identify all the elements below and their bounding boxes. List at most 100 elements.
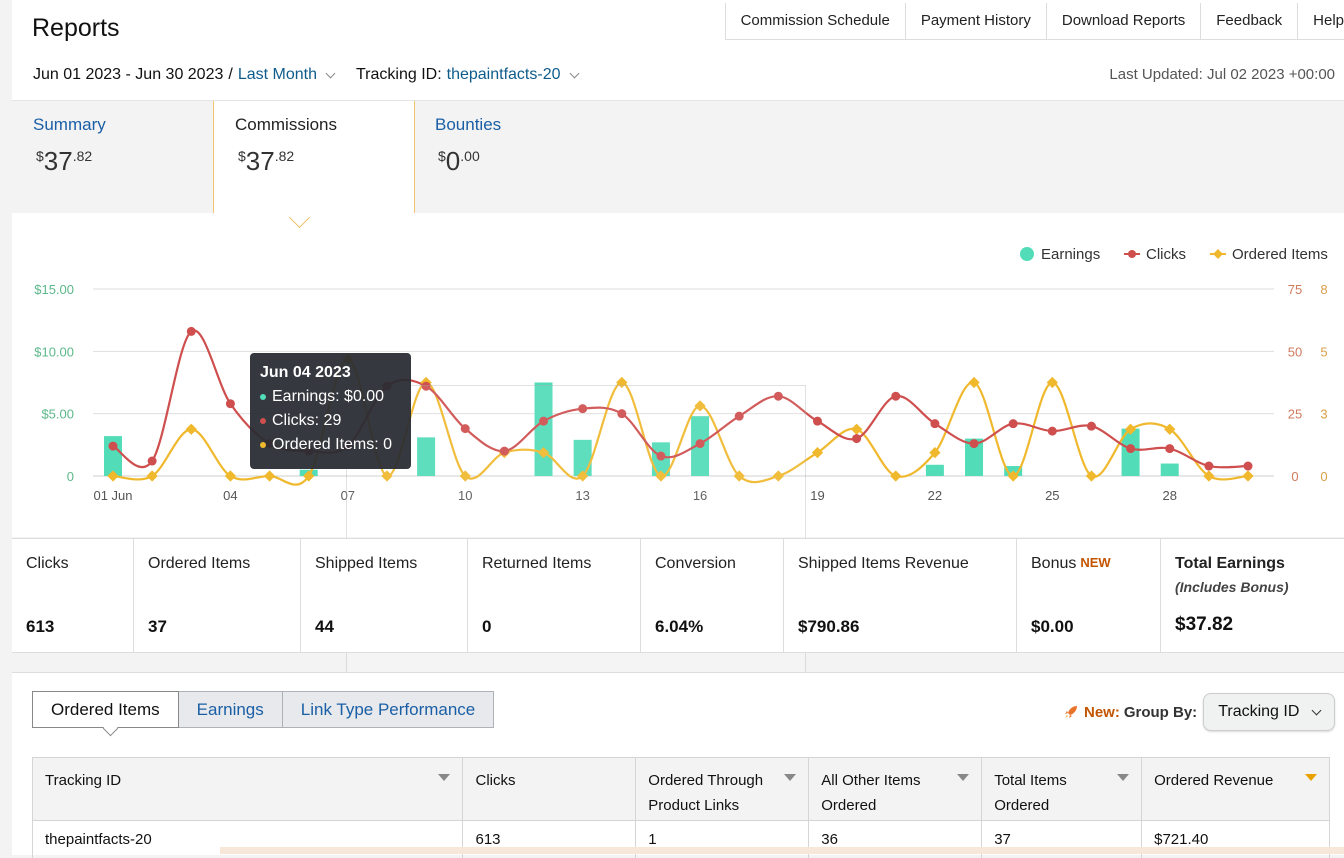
metric-label: Conversion bbox=[655, 555, 736, 573]
date-separator: / bbox=[228, 66, 232, 84]
y-left-tick-label: 0 bbox=[67, 469, 74, 484]
tab-link-type-performance[interactable]: Link Type Performance bbox=[283, 691, 495, 728]
metric-ordered-items: Ordered Items 37 bbox=[134, 539, 301, 652]
metric-label: Total Earnings bbox=[1175, 555, 1285, 573]
legend-clicks-icon bbox=[1128, 250, 1136, 258]
y-right-ordered-tick-label: 5 bbox=[1320, 344, 1327, 359]
tab-commissions-label: Commissions bbox=[235, 115, 337, 135]
sort-caret-icon[interactable] bbox=[957, 774, 969, 781]
summary-amount: $37.82 bbox=[36, 146, 92, 177]
clicks-point bbox=[1048, 427, 1057, 436]
earnings-bar bbox=[1161, 464, 1179, 476]
metric-label: Ordered Items bbox=[148, 555, 250, 573]
metrics-row: Clicks 613 Ordered Items 37 Shipped Item… bbox=[12, 538, 1344, 653]
col-ordered-revenue[interactable]: Ordered Revenue bbox=[1142, 758, 1330, 821]
y-left-tick-label: $5.00 bbox=[41, 407, 74, 422]
date-preset-dropdown[interactable]: Last Month bbox=[238, 66, 317, 84]
clicks-point bbox=[539, 417, 548, 426]
chevron-down-icon[interactable] bbox=[326, 68, 336, 78]
top-links: Commission Schedule Payment History Down… bbox=[725, 3, 1344, 40]
y-right-ordered-tick-label: 8 bbox=[1320, 282, 1327, 297]
earnings-dot-icon bbox=[260, 394, 266, 400]
clicks-point bbox=[774, 392, 783, 401]
clicks-point bbox=[1244, 462, 1253, 471]
clicks-point bbox=[656, 452, 665, 461]
sort-caret-icon[interactable] bbox=[438, 774, 450, 781]
date-filter-line: Jun 01 2023 - Jun 30 2023 / Last Month T… bbox=[33, 66, 578, 84]
payment-history-link[interactable]: Payment History bbox=[906, 3, 1047, 39]
clicks-point bbox=[109, 442, 118, 451]
group-by-control: New: Group By: Tracking ID bbox=[1062, 693, 1335, 731]
x-tick-label: 16 bbox=[693, 488, 707, 503]
chevron-down-icon[interactable] bbox=[569, 68, 579, 78]
clicks-point bbox=[500, 447, 509, 456]
report-table-panel: Ordered Items Earnings Link Type Perform… bbox=[12, 672, 1344, 855]
chevron-down-icon bbox=[1312, 705, 1322, 715]
clicks-point bbox=[970, 439, 979, 448]
clicks-point bbox=[696, 439, 705, 448]
clicks-point bbox=[422, 382, 431, 391]
x-tick-label: 01 Jun bbox=[93, 488, 132, 503]
x-tick-label: 07 bbox=[341, 488, 355, 503]
feedback-link[interactable]: Feedback bbox=[1201, 3, 1298, 39]
help-link[interactable]: Help bbox=[1298, 3, 1344, 39]
chart-panel: 000$5.00253$10.00505$15.0075801 Jun04071… bbox=[12, 213, 1344, 537]
tab-bounties[interactable]: Bounties $0.00 bbox=[414, 101, 614, 213]
rocket-icon bbox=[1062, 703, 1080, 721]
col-tracking-id[interactable]: Tracking ID bbox=[33, 758, 463, 821]
col-clicks[interactable]: Clicks bbox=[463, 758, 636, 821]
metric-value: 613 bbox=[26, 617, 54, 637]
tab-commissions[interactable]: Commissions $37.82 bbox=[213, 101, 415, 219]
legend-earnings: Earnings bbox=[1041, 246, 1100, 263]
download-reports-link[interactable]: Download Reports bbox=[1047, 3, 1201, 39]
ordered-items-point bbox=[1242, 470, 1253, 481]
ordered-items-point bbox=[851, 424, 862, 435]
metric-label: BonusNEW bbox=[1031, 555, 1111, 573]
col-total-items[interactable]: Total Items Ordered bbox=[982, 758, 1142, 821]
metric-label: Shipped Items Revenue bbox=[798, 555, 969, 573]
legend-clicks: Clicks bbox=[1146, 246, 1186, 263]
tooltip-clicks: Clicks: 29 bbox=[260, 412, 401, 430]
clicks-point bbox=[461, 424, 470, 433]
metric-value: 0 bbox=[482, 617, 491, 637]
metric-label: Returned Items bbox=[482, 555, 591, 573]
tab-summary[interactable]: Summary $37.82 bbox=[12, 101, 212, 213]
last-updated: Last Updated: Jul 02 2023 +00:00 bbox=[1109, 66, 1335, 83]
metric-shipped-revenue: Shipped Items Revenue $790.86 bbox=[784, 539, 1017, 652]
metric-value: $37.82 bbox=[1175, 614, 1233, 636]
x-tick-label: 19 bbox=[810, 488, 824, 503]
metric-value: 44 bbox=[315, 617, 334, 637]
sort-caret-icon[interactable] bbox=[784, 774, 796, 781]
ordered-items-point bbox=[694, 400, 705, 411]
clicks-point bbox=[1204, 462, 1213, 471]
y-right-clicks-tick-label: 25 bbox=[1288, 407, 1302, 422]
commission-schedule-link[interactable]: Commission Schedule bbox=[726, 3, 906, 39]
clicks-point bbox=[1165, 444, 1174, 453]
metric-total-earnings: Total Earnings (Includes Bonus) $37.82 bbox=[1161, 539, 1344, 652]
horizontal-scrollbar[interactable] bbox=[220, 847, 1344, 854]
x-tick-label: 25 bbox=[1045, 488, 1059, 503]
x-tick-label: 28 bbox=[1162, 488, 1176, 503]
col-all-other-items[interactable]: All Other Items Ordered bbox=[809, 758, 982, 821]
y-right-ordered-tick-label: 0 bbox=[1320, 469, 1327, 484]
x-tick-label: 22 bbox=[928, 488, 942, 503]
sort-caret-icon[interactable] bbox=[1305, 774, 1317, 781]
tracking-id-dropdown[interactable]: thepaintfacts-20 bbox=[447, 66, 561, 84]
metric-bonus: BonusNEW $0.00 bbox=[1017, 539, 1161, 652]
clicks-point bbox=[1087, 422, 1096, 431]
y-right-clicks-tick-label: 0 bbox=[1291, 469, 1298, 484]
x-tick-label: 13 bbox=[575, 488, 589, 503]
y-left-tick-label: $15.00 bbox=[34, 282, 74, 297]
y-left-tick-label: $10.00 bbox=[34, 344, 74, 359]
group-by-select[interactable]: Tracking ID bbox=[1203, 693, 1335, 731]
clicks-point bbox=[1009, 419, 1018, 428]
metric-value: $790.86 bbox=[798, 617, 859, 637]
tab-earnings[interactable]: Earnings bbox=[179, 691, 283, 728]
sort-caret-icon[interactable] bbox=[1117, 774, 1129, 781]
tooltip-earnings: Earnings: $0.00 bbox=[260, 388, 401, 406]
table-header-row: Tracking ID Clicks Ordered Through Produ… bbox=[33, 758, 1330, 821]
col-ordered-through-product-links[interactable]: Ordered Through Product Links bbox=[636, 758, 809, 821]
ordered-items-point bbox=[186, 424, 197, 435]
tab-ordered-items[interactable]: Ordered Items bbox=[32, 691, 179, 728]
commissions-amount: $37.82 bbox=[238, 146, 294, 177]
